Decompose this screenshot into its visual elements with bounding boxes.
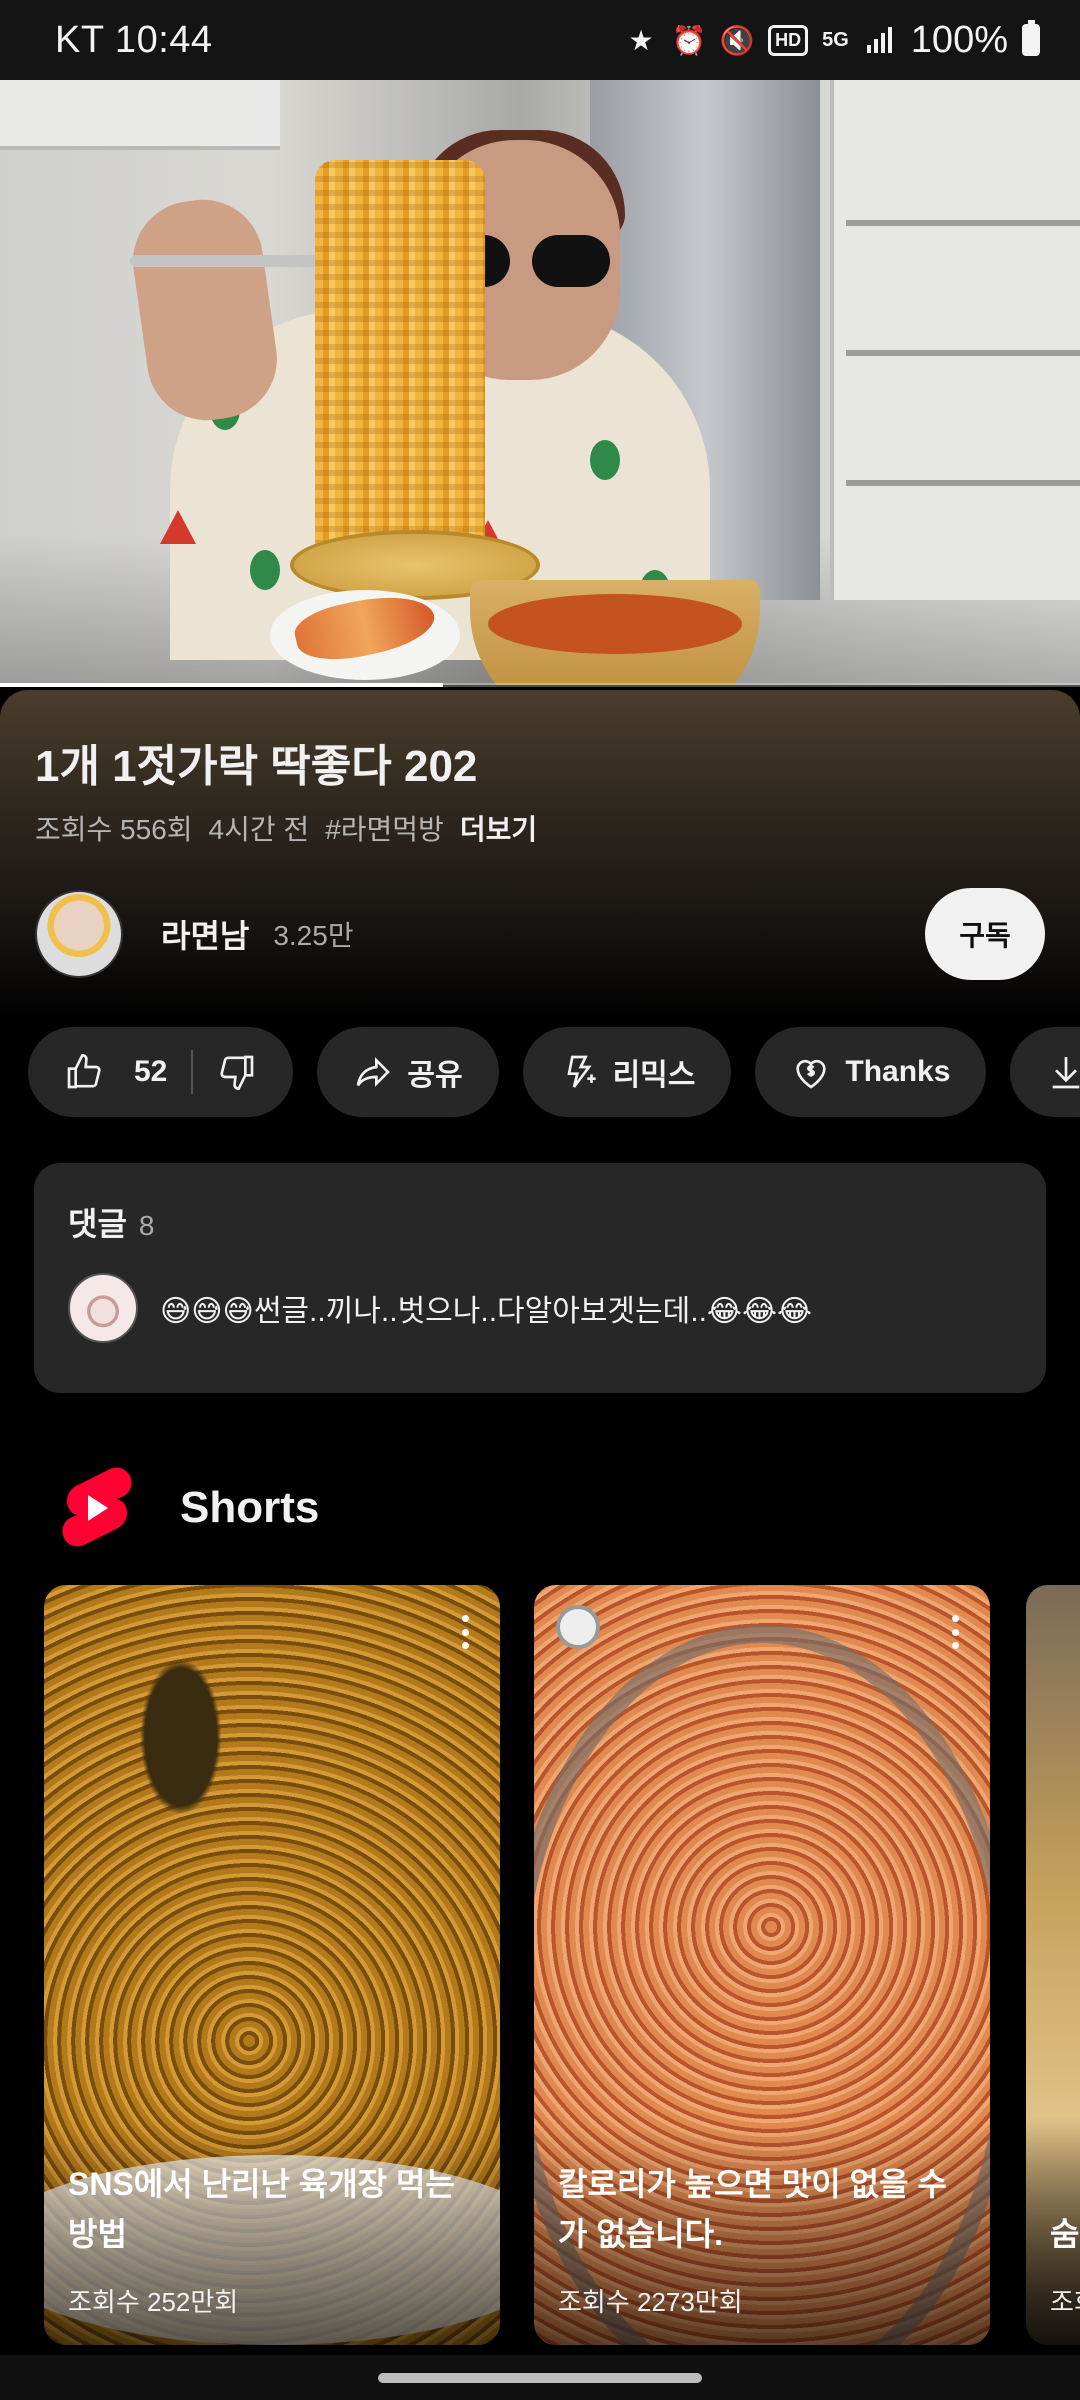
more-link[interactable]: 더보기 [460, 808, 537, 848]
like-button[interactable]: 52 [64, 1052, 167, 1092]
battery-icon [1022, 20, 1040, 56]
action-bar: 52 공유 리믹스 Thanks [28, 1027, 1080, 1117]
share-button[interactable]: 공유 [317, 1027, 499, 1117]
more-vert-icon[interactable] [952, 1615, 960, 1649]
remix-label: 리믹스 [612, 1059, 696, 1092]
like-dislike-chip: 52 [28, 1027, 294, 1117]
hd-icon: HD [768, 24, 809, 56]
battery-percent: 100% [910, 18, 1008, 61]
short-views: 조회수 2273만회 [558, 2287, 743, 2317]
short-card[interactable]: 칼로리가 높으면 맛이 없을 수가 없습니다. 조회수 2273만회 [534, 1585, 990, 2345]
commenter-avatar [68, 1273, 138, 1343]
more-vert-icon[interactable] [462, 1615, 470, 1649]
shorts-header: Shorts [58, 1465, 319, 1551]
short-card[interactable]: 숨 이 조회 [1026, 1585, 1080, 2345]
status-bar: KT 10:44 ★ ⏰ 🔇 HD 5G 100% [0, 0, 1080, 80]
clock-icon [556, 1605, 600, 1649]
thanks-label: Thanks [845, 1055, 951, 1088]
top-comment: 😅😅😅썬글..끼나..벗으나..다알아보겟는데..😂😂😂 [68, 1273, 812, 1343]
download-button[interactable] [1010, 1027, 1080, 1117]
subscriber-count: 3.25만 [273, 920, 354, 951]
upload-time: 4시간 전 [208, 814, 310, 845]
video-progress-bar[interactable] [0, 683, 1080, 687]
thumbs-up-icon [67, 1053, 101, 1089]
shorts-title: Shorts [180, 1483, 320, 1532]
home-gesture-handle[interactable] [378, 2373, 702, 2383]
heart-dollar-icon [796, 1059, 827, 1089]
signal-icon [863, 23, 897, 57]
ramen-pot [470, 580, 760, 685]
download-icon [1053, 1057, 1080, 1089]
alarm-icon: ⏰ [671, 24, 707, 56]
short-title: 숨 이 [1050, 2216, 1080, 2252]
video-meta[interactable]: 조회수 556회 4시간 전 #라면먹방 더보기 [35, 808, 537, 848]
top-comment-text: 😅😅😅썬글..끼나..벗으나..다알아보겟는데..😂😂😂 [160, 1295, 813, 1328]
channel-avatar[interactable] [35, 890, 123, 978]
view-count: 조회수 556회 [35, 814, 193, 845]
hashtag[interactable]: #라면먹방 [325, 808, 444, 848]
star-icon: ★ [628, 24, 654, 56]
status-icons: ★ ⏰ 🔇 HD 5G 100% [624, 19, 1040, 62]
video-progress-fill [0, 683, 443, 687]
carrier-time: KT 10:44 [55, 18, 213, 61]
short-title: 칼로리가 높으면 맛이 없을 수가 없습니다. [558, 2166, 947, 2252]
remix-icon [566, 1055, 596, 1088]
video-player[interactable] [0, 80, 1080, 685]
kimchi-plate [270, 590, 460, 680]
thanks-button[interactable]: Thanks [755, 1027, 987, 1117]
short-views: 조회 [1050, 2287, 1080, 2317]
channel-name[interactable]: 라면남 [161, 911, 249, 957]
comments-card[interactable]: 댓글 8 😅😅😅썬글..끼나..벗으나..다알아보겟는데..😂😂😂 [34, 1163, 1046, 1393]
share-label: 공유 [407, 1059, 463, 1092]
shorts-logo-icon [62, 1467, 132, 1547]
5g-icon: 5G [822, 29, 849, 51]
like-count: 52 [134, 1055, 168, 1088]
short-title: SNS에서 난리난 육개장 먹는 방법 [68, 2166, 455, 2252]
remix-button[interactable]: 리믹스 [522, 1027, 732, 1117]
short-card[interactable]: SNS에서 난리난 육개장 먹는 방법 조회수 252만회 [44, 1585, 500, 2345]
comments-label: 댓글 [68, 1206, 127, 1242]
video-title[interactable]: 1개 1젓가락 딱좋다 202 [35, 730, 477, 794]
comments-count: 8 [138, 1210, 155, 1241]
thumbs-down-icon[interactable] [217, 1052, 257, 1092]
cabinet [830, 80, 1080, 600]
short-views: 조회수 252만회 [68, 2287, 239, 2317]
channel-row: 라면남 3.25만 구독 [35, 888, 1045, 980]
comments-header: 댓글 8 [68, 1199, 154, 1245]
shorts-shelf: SNS에서 난리난 육개장 먹는 방법 조회수 252만회 칼로리가 높으면 맛… [44, 1585, 1080, 2345]
share-icon [357, 1057, 391, 1087]
mute-icon: 🔇 [719, 24, 755, 56]
noodles [315, 160, 485, 560]
like-divider [191, 1050, 194, 1094]
subscribe-button[interactable]: 구독 [925, 888, 1045, 980]
